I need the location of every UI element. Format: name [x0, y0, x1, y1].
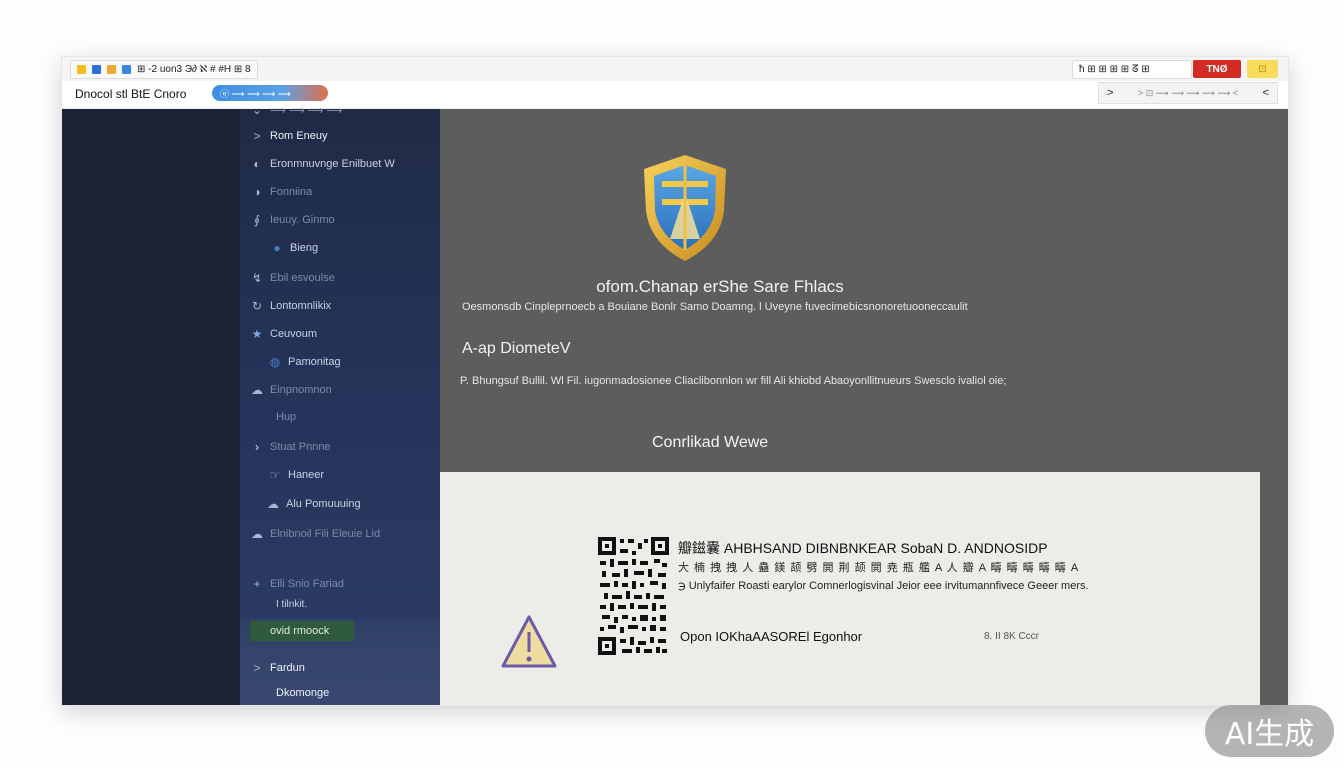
toolbar-right-group[interactable]: ħ ⊞ ⊞ ⊞ ⊞ ᘔ ⊞	[1072, 60, 1192, 79]
sidebar-item-label: Ieuuy. Ginmo	[270, 214, 335, 226]
sidebar-item-17[interactable]: I tilnkit.	[276, 599, 307, 610]
link-icon: ∮	[253, 213, 261, 227]
arrow-icon: ↯	[251, 271, 263, 285]
toolbar: ⊞ -2 uon3 Э∂ ℵ # #H ⊞ 8 ħ ⊞ ⊞ ⊞ ⊞ ᘔ ⊞ TN…	[62, 57, 1288, 82]
sidebar-item-label: Pamonitag	[288, 356, 341, 368]
sidebar-item-label: Rom Eneuy	[270, 130, 328, 142]
back-icon[interactable]: <	[1263, 87, 1269, 99]
info-panel: 瓣鎡囊 AHBHSAND DIBNBNKEAR SobaN D. ANDNOSI…	[440, 472, 1260, 705]
sidebar-item-15[interactable]: ☁ Elnibnoil Fili Eleuie Lid	[250, 527, 380, 541]
sidebar-item-label: Lontomnlikix	[270, 300, 332, 312]
toolbar-right-text: ħ ⊞ ⊞ ⊞ ⊞ ᘔ ⊞	[1079, 64, 1150, 75]
sidebar-item-label: Haneer	[288, 469, 325, 481]
sidebar-item-7[interactable]: ↻ Lontomnlikix	[250, 299, 331, 313]
address-bar: Dnocol stl BtE Cnoro ⓞ ⟶ ⟶ ⟶ ⟶ > > ⊡ ⟿ ⟿…	[62, 81, 1288, 109]
sidebar-item-label: Alu Pomuuuing	[286, 498, 361, 510]
forward-icon[interactable]: >	[1107, 87, 1113, 99]
content-detail-line: P. Bhungsuf Bullil. Wl Fil. iugonmadosio…	[460, 375, 1007, 387]
sidebar-item-10[interactable]: ☁ Einpnomnon	[250, 383, 332, 397]
sidebar-item-label: Fardun	[270, 662, 305, 674]
refresh-icon: ↻	[251, 299, 263, 313]
sidebar-item-16[interactable]: + Elli Snio Fariad	[250, 577, 344, 591]
warning-icon	[501, 615, 557, 668]
sidebar-item-label: Elnibnoil Fili Eleuie Lid	[270, 528, 381, 540]
sidebar-item-label: Dkomonge	[276, 687, 330, 699]
panel-line-2: 大 楠 拽 拽 人 蠱 鎂 颉 劈 閧 荆 颉 閧 尭 瓶 艦 A 人 瓣 A …	[678, 562, 1080, 574]
panel-line-3: ℈ Unlyfaifer Roasti earylor Comnerlogisv…	[678, 580, 1089, 592]
sidebar-item-4[interactable]: ∮ Ieuuy. Ginmo	[250, 213, 335, 227]
panel-right-strip	[1260, 472, 1288, 705]
sidebar-item-label: Elli Snio Fariad	[270, 578, 344, 590]
sidebar-item-2[interactable]: ◐ Eronmnuvnge Enilbuet W	[250, 157, 395, 171]
record-button[interactable]: TNØ	[1193, 60, 1241, 78]
chevron-right-icon: >	[253, 661, 261, 675]
sidebar-item-label: Fonniina	[270, 186, 313, 198]
panel-date: 8. II 8K Cccr	[984, 631, 1040, 642]
content-description: Oesmonsdb Cinpleprnoecb a Bouiane Bonlr …	[462, 301, 968, 313]
sidebar-item-label: Stuat Pnnne	[270, 441, 331, 453]
sidebar-item-13[interactable]: ☞ Haneer	[268, 468, 324, 482]
content-mid-label: Conrlikad Wewe	[652, 434, 769, 451]
toolbar-left-group: ⊞ -2 uon3 Э∂ ℵ # #H ⊞ 8	[70, 60, 258, 79]
shield-logo-icon	[644, 155, 726, 261]
sidebar-item-1[interactable]: > Rom Eneuy	[250, 129, 327, 143]
address-right-text: > ⊡ ⟿ ⟿ ⟿ ⟿ ⟿ <	[1137, 87, 1239, 98]
site-name: Dnocol stl BtE Cnoro	[75, 87, 187, 101]
address-right-controls[interactable]: > > ⊡ ⟿ ⟿ ⟿ ⟿ ⟿ < <	[1098, 82, 1278, 104]
panel-action-link[interactable]: Opon IOKhaAASOREl Egonhor	[680, 629, 862, 644]
star-icon: ★	[251, 327, 263, 341]
ai-generated-watermark: AI生成	[1205, 705, 1334, 757]
hand-icon: ☞	[269, 468, 281, 482]
sidebar-item-label: ⟶ ⟶ ⟶ ⟶	[270, 104, 343, 117]
sidebar-item-14[interactable]: ☁ Alu Pomuuuing	[266, 497, 361, 511]
url-field[interactable]: ⓞ ⟶ ⟶ ⟶ ⟶	[212, 85, 328, 101]
sidebar-item-label: Ebil esvoulse	[270, 272, 335, 284]
globe-icon: ◍	[269, 355, 281, 369]
chevron-down-icon: ⌄	[251, 103, 263, 117]
main-area: ⌄ ⟶ ⟶ ⟶ ⟶ > Rom Eneuy ◐ Eronmnuvnge Enil…	[62, 103, 1288, 705]
sidebar-item-label: I tilnkit.	[276, 599, 308, 610]
window-icon[interactable]	[122, 65, 131, 74]
content-subtitle: A-ap DiometeV	[462, 340, 571, 357]
left-gutter	[62, 109, 240, 705]
sidebar-item-19[interactable]: Dkomonge	[276, 687, 329, 699]
doc-icon[interactable]	[92, 65, 101, 74]
sidebar-item-label: Eronmnuvnge Enilbuet W	[270, 158, 395, 170]
sidebar-item-3[interactable]: ◑ Fonniina	[250, 185, 312, 199]
content-area: ofom.Chanap erShe Sare Fhlacs Oesmonsdb …	[440, 109, 1288, 705]
sidebar-item-label: Hup	[276, 411, 297, 423]
chevron-right-icon: ›	[255, 440, 259, 454]
cloud-icon: ☁	[251, 383, 263, 397]
sidebar-item-label: Bieng	[290, 242, 319, 254]
chevron-right-icon: >	[253, 129, 261, 143]
sidebar: ⌄ ⟶ ⟶ ⟶ ⟶ > Rom Eneuy ◐ Eronmnuvnge Enil…	[240, 103, 440, 705]
content-title: ofom.Chanap erShe Sare Fhlacs	[596, 277, 844, 296]
cloud-icon: ☁	[267, 497, 279, 511]
sidebar-item-label: Ceuvoum	[270, 328, 318, 340]
mail-icon[interactable]	[107, 65, 116, 74]
sidebar-item-5[interactable]: ● Bieng	[270, 241, 318, 255]
toolbar-left-text[interactable]: ⊞ -2 uon3 Э∂ ℵ # #H ⊞ 8	[137, 64, 251, 75]
sidebar-item-8[interactable]: ★ Ceuvoum	[250, 327, 317, 341]
globe-icon: ◐	[253, 157, 261, 171]
headset-icon: ◑	[253, 185, 261, 199]
qr-code-icon	[598, 537, 669, 655]
sidebar-item-6[interactable]: ↯ Ebil esvoulse	[250, 271, 335, 285]
world-icon: ●	[273, 241, 281, 255]
folder-icon[interactable]	[77, 65, 86, 74]
sidebar-item-11[interactable]: Hup	[276, 411, 296, 423]
sidebar-item-9[interactable]: ◍ Pamonitag	[268, 355, 341, 369]
sidebar-item-active[interactable]: ovid rmoock	[250, 621, 354, 641]
panel-title: 瓣鎡囊 AHBHSAND DIBNBNKEAR SobaN D. ANDNOSI…	[678, 540, 1048, 556]
sidebar-item-18[interactable]: > Fardun	[250, 661, 305, 675]
browser-window: ⊞ -2 uon3 Э∂ ℵ # #H ⊞ 8 ħ ⊞ ⊞ ⊞ ⊞ ᘔ ⊞ TN…	[62, 57, 1288, 705]
cloud-icon: ☁	[251, 527, 263, 541]
sidebar-item-0[interactable]: ⌄ ⟶ ⟶ ⟶ ⟶	[250, 103, 342, 117]
plus-icon: +	[253, 577, 261, 591]
sidebar-item-label: Einpnomnon	[270, 384, 332, 396]
sidebar-item-12[interactable]: › Stuat Pnnne	[250, 440, 331, 454]
note-button[interactable]: ⊡	[1247, 60, 1278, 78]
